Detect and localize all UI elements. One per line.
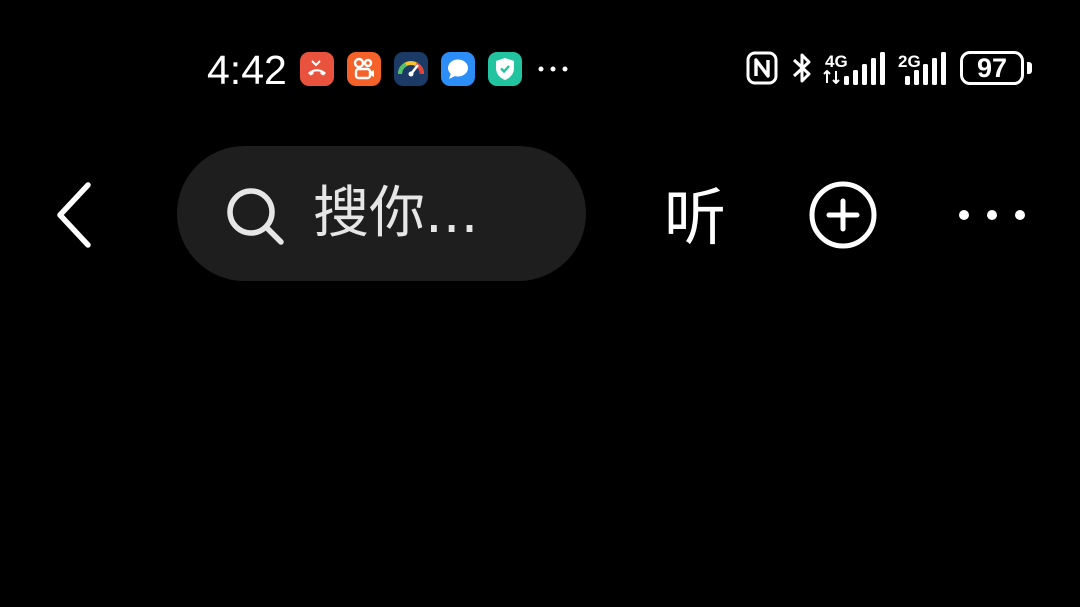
status-bar: 4:42 4G 2G 97 [0, 40, 1080, 100]
bluetooth-icon [792, 53, 811, 83]
back-button[interactable] [40, 170, 110, 260]
search-placeholder: 搜你... [313, 181, 479, 246]
signal-strength-1-icon [844, 52, 885, 85]
message-bubble-icon [441, 52, 475, 86]
more-options-button[interactable] [952, 198, 1032, 234]
add-button[interactable] [806, 178, 880, 252]
status-time: 4:42 [207, 47, 287, 93]
security-shield-icon [488, 52, 522, 86]
top-toolbar: 搜你... 听 [0, 140, 1080, 290]
missed-call-icon [300, 52, 334, 86]
plus-circle-icon [809, 181, 877, 249]
search-box[interactable]: 搜你... [177, 146, 586, 281]
kuaishou-icon [347, 52, 381, 86]
data-activity-icon [823, 70, 840, 84]
speedometer-icon [394, 52, 428, 86]
nfc-icon [746, 51, 778, 85]
more-dots-icon [959, 210, 1025, 220]
battery-tip [1027, 62, 1032, 74]
signal-strength-2-icon [905, 52, 946, 85]
chevron-left-icon [57, 182, 91, 248]
more-notifications-icon [538, 66, 568, 72]
listen-button[interactable]: 听 [655, 178, 735, 258]
battery-indicator: 97 [960, 51, 1024, 85]
battery-level: 97 [976, 53, 1008, 83]
search-icon [227, 188, 284, 245]
